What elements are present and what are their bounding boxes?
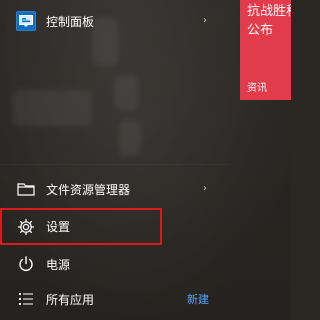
folder-icon [16,179,36,199]
new-link[interactable]: 新建 [187,291,209,307]
power-icon [16,254,36,274]
divider [0,164,230,165]
blurred-background-shape [12,90,92,126]
all-apps-label: 所有应用 [46,292,95,307]
all-apps-item[interactable]: 所有应用 新建 [0,282,230,316]
news-tile-headline: 抗战胜程公布 [247,4,291,38]
file-explorer-label: 文件资源管理器 [46,182,131,197]
start-menu: 控制面板 › 文件资源管理器 › 设置 电源 所有应用 新建 抗战胜 公布 资讯 [0,0,291,320]
news-tile[interactable]: 抗战胜程公布 资讯 [240,0,291,100]
power-item[interactable]: 电源 [0,248,220,280]
control-panel-icon [16,11,36,31]
settings-label: 设置 [46,220,71,234]
settings-item[interactable]: 设置 [0,208,162,245]
all-apps-icon [16,289,36,309]
blurred-background-shape [114,76,138,110]
gear-icon [16,217,36,237]
file-explorer-item[interactable]: 文件资源管理器 › [0,172,220,206]
chevron-right-icon[interactable]: › [200,184,210,194]
news-tile-label: 资讯 [247,83,267,94]
control-panel-label: 控制面板 [46,14,95,29]
control-panel-item[interactable]: 控制面板 › [0,3,220,39]
power-label: 电源 [46,257,71,272]
chevron-right-icon[interactable]: › [200,16,210,26]
blurred-background-shape [119,120,141,156]
